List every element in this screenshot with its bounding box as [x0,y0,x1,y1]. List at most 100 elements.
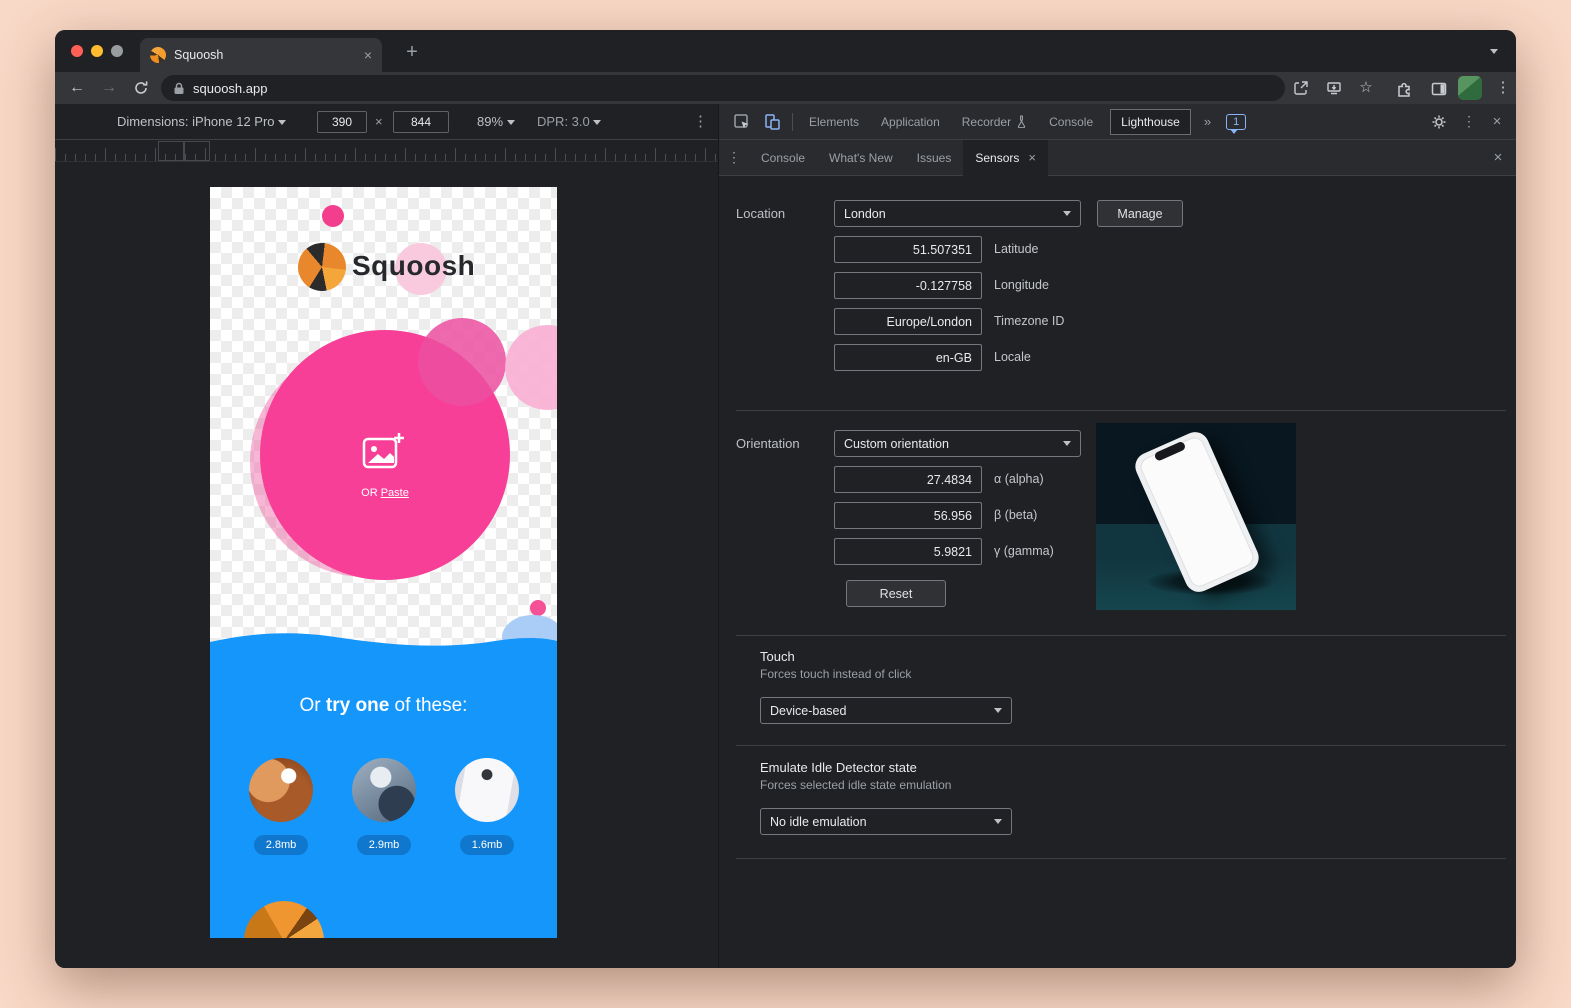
window-content: Dimensions: iPhone 12 Pro 390 × 844 89% … [55,104,1516,968]
locale-label: Locale [994,350,1031,364]
devtools-main-tabbar: Elements Application Recorder Console Li… [719,104,1516,140]
window-minimize-button[interactable] [91,45,103,57]
image-upload-icon [361,431,405,471]
section-divider [736,745,1506,746]
longitude-input[interactable]: -0.127758 [834,272,982,299]
alpha-input[interactable]: 27.4834 [834,466,982,493]
devtools-menu-kebab-icon[interactable]: ⋮ [1458,113,1480,130]
browser-toolbar: ← → squoosh.app ☆ ⋮ [55,72,1516,104]
tab-close-icon[interactable]: × [364,47,372,63]
inspect-cursor-icon[interactable] [727,109,757,135]
ruler [55,141,718,162]
drawer-tab-sensors[interactable]: Sensors× [963,140,1048,176]
touch-description: Forces touch instead of click [760,667,911,681]
add-image-button[interactable] [361,431,407,473]
device-toolbar-kebab-icon[interactable]: ⋮ [693,104,708,140]
pink-blob-right-light [505,325,557,410]
paste-link[interactable]: Paste [381,487,409,499]
section-divider [736,635,1506,636]
sample-image-redpanda[interactable] [249,758,313,822]
back-icon[interactable]: ← [63,72,91,104]
lock-icon [173,82,185,95]
tab-application[interactable]: Application [870,105,951,139]
window-controls [71,45,123,57]
side-panel-icon[interactable] [1430,80,1448,98]
orientation-label: Orientation [736,436,800,451]
new-tab-button[interactable]: + [397,38,427,68]
location-select[interactable]: London [834,200,1081,227]
window-fullscreen-button[interactable] [111,45,123,57]
orientation-select[interactable]: Custom orientation [834,430,1081,457]
section-divider [736,858,1506,859]
dpr-dropdown[interactable]: DPR: 3.0 [537,104,601,139]
console-message-badge[interactable]: 1 [1226,114,1246,130]
close-sensors-tab-icon[interactable]: × [1028,140,1036,176]
gamma-input[interactable]: 5.9821 [834,538,982,565]
settings-gear-icon[interactable] [1424,109,1454,135]
squoosh-brand-title: Squoosh [352,250,475,282]
device-height-input[interactable]: 844 [393,111,449,133]
emulated-viewport: Squoosh OR Paste [210,187,557,938]
reset-button[interactable]: Reset [846,580,946,607]
install-icon[interactable] [1326,80,1342,96]
device-width-input[interactable]: 390 [317,111,367,133]
dimension-separator: × [375,104,383,139]
drawer-close-icon[interactable]: × [1480,149,1516,166]
devtools-panel: Elements Application Recorder Console Li… [718,104,1516,968]
reload-icon[interactable] [133,80,149,96]
window-close-button[interactable] [71,45,83,57]
tab-strip: Squoosh × + [55,30,1516,72]
blue-wave [210,629,557,657]
forward-icon[interactable]: → [95,72,123,104]
touch-select[interactable]: Device-based [760,697,1012,724]
url-bar[interactable]: squoosh.app [161,75,1285,101]
longitude-label: Longitude [994,278,1049,292]
browser-window: Squoosh × + ← → squoosh.app ☆ ⋮ Dimensio… [55,30,1516,968]
drawer-tab-console[interactable]: Console [749,140,817,176]
more-tabs-icon[interactable]: » [1197,114,1218,129]
device-emulation-pane: Dimensions: iPhone 12 Pro 390 × 844 89% … [55,104,718,968]
locale-input[interactable]: en-GB [834,344,982,371]
bookmark-star-icon[interactable]: ☆ [1352,72,1380,104]
ruler-segment [158,141,184,161]
tab-lighthouse[interactable]: Lighthouse [1110,109,1191,135]
timezone-label: Timezone ID [994,314,1064,328]
browser-menu-kebab-icon[interactable]: ⋮ [1489,72,1516,104]
open-in-new-icon[interactable] [1293,80,1309,96]
phone-3d-model [1131,428,1263,597]
tab-console[interactable]: Console [1038,105,1104,139]
browser-tab-squoosh[interactable]: Squoosh × [140,38,382,72]
timezone-input[interactable]: Europe/London [834,308,982,335]
or-paste-text: OR Paste [323,487,447,499]
tab-elements[interactable]: Elements [798,105,870,139]
sample-image-dog[interactable] [352,758,416,822]
sample-image-phone[interactable] [455,758,519,822]
device-toolbar-toggle-icon[interactable] [757,109,787,135]
drawer-tab-issues[interactable]: Issues [905,140,964,176]
sample-size-badge: 1.6mb [460,835,514,855]
beta-input[interactable]: 56.956 [834,502,982,529]
flask-icon [1016,115,1027,128]
squoosh-logo-icon [298,243,346,291]
drawer-tab-whats-new[interactable]: What's New [817,140,905,176]
tab-recorder[interactable]: Recorder [951,105,1038,139]
orientation-phone-preview[interactable] [1096,423,1296,610]
profile-avatar[interactable] [1458,76,1482,100]
device-type-dropdown[interactable]: Dimensions: iPhone 12 Pro [117,104,286,139]
zoom-dropdown[interactable]: 89% [477,104,515,139]
alpha-label: α (alpha) [994,472,1044,486]
drawer-menu-kebab-icon[interactable]: ⋮ [719,149,749,166]
pink-blob-upper-right [418,318,506,406]
chevron-down-icon [1063,211,1071,216]
tab-search-chevron-icon[interactable] [1490,49,1498,54]
toolbar-divider [792,113,793,131]
latitude-input[interactable]: 51.507351 [834,236,982,263]
idle-select[interactable]: No idle emulation [760,808,1012,835]
devtools-close-icon[interactable]: × [1484,113,1510,130]
manage-button[interactable]: Manage [1097,200,1183,227]
idle-description: Forces selected idle state emulation [760,778,951,792]
drawer-tabbar: ⋮ Console What's New Issues Sensors× × [719,140,1516,176]
extensions-puzzle-icon[interactable] [1396,80,1414,98]
pink-dot-small [530,600,546,616]
gamma-label: γ (gamma) [994,544,1054,558]
